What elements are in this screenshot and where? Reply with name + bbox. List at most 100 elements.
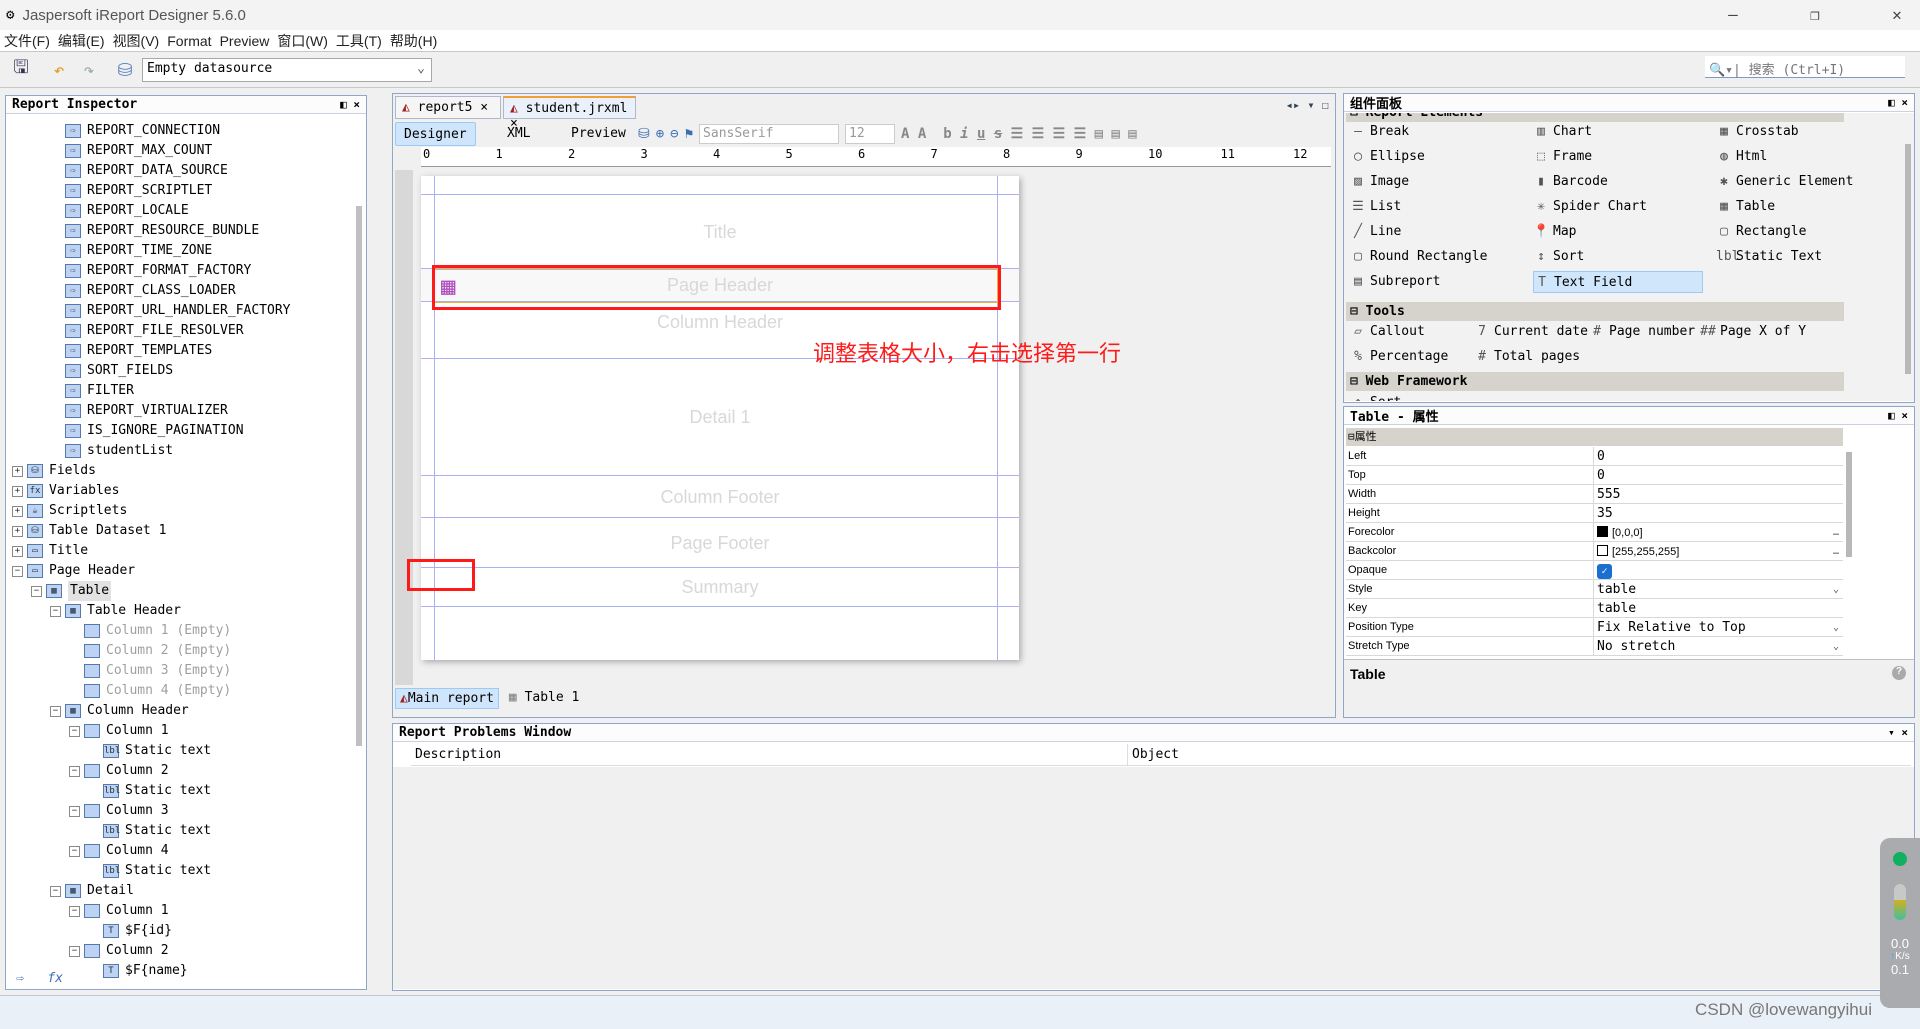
tree-item[interactable]: ⇨ REPORT_LOCALE	[65, 201, 189, 221]
tree-item[interactable]: ⇨ REPORT_TEMPLATES	[65, 341, 212, 361]
format-painter-icon[interactable]: ⚑	[685, 126, 693, 142]
panel-menu-icon[interactable]: ▾ ×	[1888, 726, 1908, 739]
close-icon[interactable]: ×	[480, 100, 488, 115]
expand-toggle-icon[interactable]: −	[69, 725, 80, 737]
tree-item[interactable]: ⇨ REPORT_FORMAT_FACTORY	[65, 261, 251, 281]
tree-item[interactable]: ⇨ REPORT_TIME_ZONE	[65, 241, 212, 261]
tree-item[interactable]: + ⛁ Table Dataset 1	[12, 521, 166, 541]
datasource-select[interactable]: Empty datasource ⌄	[142, 58, 432, 82]
palette-item-sort[interactable]: ↕ Sort	[1350, 392, 1401, 401]
tree-item[interactable]: Column 1 (Empty)	[84, 621, 231, 641]
tree-item[interactable]: + ▭ Title	[12, 541, 88, 561]
close-button[interactable]: ✕	[1874, 0, 1920, 30]
expand-toggle-icon[interactable]: +	[12, 525, 23, 537]
palette-item-frame[interactable]: ⬚ Frame	[1533, 146, 1592, 168]
tab-report5[interactable]: ◭ report5 ×	[395, 96, 501, 119]
expand-toggle-icon[interactable]: +	[12, 465, 23, 477]
expand-toggle-icon[interactable]: −	[31, 585, 42, 597]
tree-item[interactable]: ⇨ REPORT_VIRTUALIZER	[65, 401, 228, 421]
tab-designer[interactable]: Designer	[395, 122, 476, 146]
chevron-down-icon[interactable]: ⌄	[1833, 618, 1839, 637]
tree-item[interactable]: ⇨ IS_IGNORE_PAGINATION	[65, 421, 244, 441]
tree-item[interactable]: − ▦ Table	[31, 581, 112, 601]
tree-item[interactable]: − Column 2	[69, 941, 169, 961]
tree-item[interactable]: T $F{name}	[103, 961, 188, 981]
expand-toggle-icon[interactable]: −	[69, 765, 80, 777]
tab-student-jrxml[interactable]: ◭ student.jrxml ×	[503, 96, 636, 131]
palette-item-sort[interactable]: ↕ Sort	[1533, 246, 1584, 268]
tree-item[interactable]: − ▦ Column Header	[50, 701, 189, 721]
palette-item-ellipse[interactable]: ◯ Ellipse	[1350, 146, 1425, 168]
save-all-icon[interactable]: 🖫	[8, 57, 34, 83]
palette-item-text-field[interactable]: T Text Field	[1533, 271, 1704, 293]
tree-item[interactable]: − Column 2	[69, 761, 169, 781]
tree-item[interactable]: Column 3 (Empty)	[84, 661, 231, 681]
parameter-filter-icon[interactable]: ⇨	[16, 971, 24, 986]
menu-view[interactable]: 视图(V)	[113, 31, 160, 51]
chevron-down-icon[interactable]: ⌄	[1833, 580, 1839, 599]
tree-item[interactable]: − ▦ Detail	[50, 881, 134, 901]
tree-item[interactable]: ⇨ REPORT_MAX_COUNT	[65, 141, 212, 161]
tree-item[interactable]: − Column 1	[69, 721, 169, 741]
expand-toggle-icon[interactable]: −	[50, 705, 61, 717]
palette-item-list[interactable]: ☰ List	[1350, 196, 1401, 218]
tree-item[interactable]: lbl Static text	[103, 821, 211, 841]
property-value[interactable]: No stretch ⌄	[1594, 637, 1843, 655]
palette-item-table[interactable]: ▦ Table	[1716, 196, 1775, 218]
font-size-select[interactable]: 12	[845, 124, 896, 144]
menu-window[interactable]: 窗口(W)	[277, 31, 328, 51]
scrollbar[interactable]	[1846, 452, 1852, 557]
palette-item-page-x-of-y[interactable]: ## Page X of Y	[1700, 321, 1806, 343]
band-title[interactable]: Title	[421, 195, 1019, 269]
tree-item[interactable]: − Column 4	[69, 841, 169, 861]
undo-icon[interactable]: ↶	[46, 57, 72, 83]
scrollbar[interactable]	[356, 206, 362, 746]
restore-button[interactable]: ❐	[1792, 0, 1838, 30]
zoom-in-icon[interactable]: ⊕	[656, 126, 664, 142]
font-select[interactable]: SansSerif	[699, 124, 840, 144]
menu-help[interactable]: 帮助(H)	[390, 31, 437, 51]
expand-toggle-icon[interactable]: −	[69, 805, 80, 817]
expand-toggle-icon[interactable]: −	[50, 605, 61, 617]
tree-item[interactable]: ⇨ FILTER	[65, 381, 134, 401]
expand-toggle-icon[interactable]: −	[12, 565, 23, 577]
menu-edit[interactable]: 编辑(E)	[58, 31, 105, 51]
palette-item-crosstab[interactable]: ▦ Crosstab	[1716, 121, 1799, 143]
expand-toggle-icon[interactable]: +	[12, 505, 23, 517]
tree-item[interactable]: Column 4 (Empty)	[84, 681, 231, 701]
opaque-checkbox[interactable]: ✓	[1597, 564, 1612, 579]
palette-item-total-pages[interactable]: # Total pages	[1474, 346, 1580, 368]
palette-item-html[interactable]: ◍ Html	[1716, 146, 1767, 168]
collapse-icon[interactable]: ⊟	[1350, 374, 1366, 389]
property-value[interactable]: table	[1594, 599, 1843, 617]
tree-item[interactable]: − Column 3	[69, 801, 169, 821]
palette-item-generic-element[interactable]: ✱ Generic Element	[1716, 171, 1853, 193]
minimize-panel-icon[interactable]: ◧ ×	[1888, 409, 1908, 422]
tree-item[interactable]: ⇨ SORT_FIELDS	[65, 361, 173, 381]
tree-item[interactable]: lbl Static text	[103, 861, 211, 881]
search-input[interactable]: 🔍▾| 搜索 (Ctrl+I)	[1705, 56, 1905, 78]
palette-item-break[interactable]: — Break	[1350, 121, 1409, 143]
text-format-icons[interactable]: A A b i u s ☰ ☰ ☰ ☰ ▤ ▤ ▤	[901, 126, 1137, 142]
palette-item-chart[interactable]: ▥ Chart	[1533, 121, 1592, 143]
expand-toggle-icon[interactable]: −	[69, 905, 80, 917]
tree-item[interactable]: ⇨ studentList	[65, 441, 173, 461]
tree-item[interactable]: ⇨ REPORT_CONNECTION	[65, 121, 220, 141]
tree-item[interactable]: lbl Static text	[103, 781, 211, 801]
collapse-icon[interactable]: ⊟	[1350, 113, 1366, 120]
tab-main-report[interactable]: ◭Main report	[395, 688, 499, 709]
palette-item-page-number[interactable]: # Page number	[1589, 321, 1695, 343]
zoom-out-icon[interactable]: ⊖	[670, 126, 678, 142]
column-object[interactable]: Object	[1127, 744, 1179, 766]
tree-item[interactable]: ⇨ REPORT_FILE_RESOLVER	[65, 321, 244, 341]
tree-item[interactable]: ⇨ REPORT_URL_HANDLER_FACTORY	[65, 301, 291, 321]
palette-item-image[interactable]: ▨ Image	[1350, 171, 1409, 193]
scrollbar[interactable]	[1905, 144, 1911, 374]
tree-item[interactable]: ⇨ REPORT_DATA_SOURCE	[65, 161, 228, 181]
palette-item-line[interactable]: ╱ Line	[1350, 221, 1401, 243]
tree-item[interactable]: T $F{id}	[103, 921, 172, 941]
tab-table-1[interactable]: ▦ Table 1	[505, 688, 583, 709]
properties-section[interactable]: ⊟属性	[1346, 428, 1843, 446]
tree-item[interactable]: ⇨ REPORT_SCRIPTLET	[65, 181, 212, 201]
band-page-footer[interactable]: Page Footer	[421, 518, 1019, 568]
